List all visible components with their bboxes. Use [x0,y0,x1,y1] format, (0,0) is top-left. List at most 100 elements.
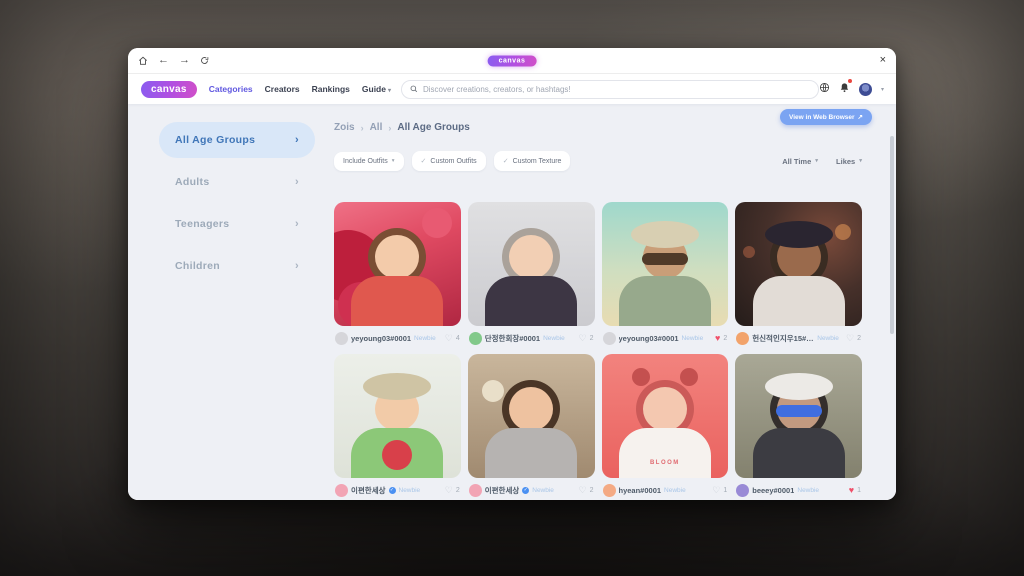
sidebar-item-adults[interactable]: Adults › [159,164,315,200]
creation-card[interactable]: 헌신적인지우15#0001 Newbie ♡ 2 [735,202,862,350]
like-heart-icon[interactable]: ♡ [579,486,587,495]
creation-card[interactable]: 이편한세상 ✓ Newbie ♡ 2 [334,354,461,500]
figure-hat [765,221,833,248]
app-content: canvas Categories Creators Rankings Guid… [128,74,896,500]
forward-icon[interactable]: → [179,55,190,66]
sidebar-item-teenagers[interactable]: Teenagers › [159,206,315,242]
back-icon[interactable]: ← [158,55,169,66]
figure-hat [363,373,431,400]
chevron-down-icon[interactable]: ▾ [881,86,884,93]
time-range-dropdown[interactable]: All Time ▾ [782,157,818,166]
browser-tab-title[interactable]: canvas [488,55,537,66]
reload-icon[interactable] [200,56,209,65]
creator-avatar[interactable] [335,332,348,345]
avatar[interactable] [859,83,872,96]
creator-username[interactable]: 이편한세상 [485,485,520,496]
nav-categories[interactable]: Categories [209,84,253,94]
nav-creators[interactable]: Creators [265,84,300,94]
creator-username[interactable]: beeey#0001 [752,486,794,495]
card-footer: 이편한세상 ✓ Newbie ♡ 2 [334,478,461,500]
like-heart-icon[interactable]: ♡ [445,486,453,495]
view-in-web-browser-button[interactable]: View in Web Browser ↗ [780,109,872,125]
creator-username[interactable]: 이편한세상 [351,485,386,496]
globe-icon[interactable] [819,80,830,98]
figure-glasses [776,405,822,417]
check-icon: ✓ [503,157,509,165]
creator-avatar[interactable] [335,484,348,497]
sidebar: All Age Groups › Adults › Teenagers › Ch… [159,104,315,500]
creator-avatar[interactable] [603,484,616,497]
creation-card[interactable]: yeyoung03#0001 Newbie ♥ 2 [602,202,729,350]
shirt-text: BLOOM [619,460,711,466]
creation-image[interactable] [735,354,862,478]
app-window: ← → canvas × canvas Categories Creators … [128,48,896,500]
creation-card[interactable]: 이편한세상 ✓ Newbie ♡ 2 [468,354,595,500]
figure-torso [619,276,711,326]
chevron-right-icon: › [295,218,299,230]
creation-image[interactable]: BLOOM [602,354,729,478]
sidebar-item-all-age-groups[interactable]: All Age Groups › [159,122,315,158]
search-input[interactable] [423,85,810,94]
creation-image[interactable] [334,202,461,326]
sort-by-dropdown[interactable]: Likes ▾ [836,157,862,166]
creator-username[interactable]: 단정한회장#0001 [485,333,540,344]
card-footer: yeyoung03#0001 Newbie ♡ 4 [334,326,461,350]
creation-card[interactable]: beeey#0001 Newbie ♥ 1 [735,354,862,500]
check-icon: ✓ [421,157,427,165]
search-bar[interactable] [401,80,819,99]
creator-avatar[interactable] [469,484,482,497]
chevron-right-icon: › [295,176,299,188]
breadcrumb-all[interactable]: All [370,122,383,133]
nav-guide[interactable]: Guide▾ [362,84,391,94]
like-heart-icon[interactable]: ♡ [846,334,854,343]
creation-image[interactable] [468,354,595,478]
scrollbar[interactable] [890,136,894,334]
creator-avatar[interactable] [736,484,749,497]
nav-rankings[interactable]: Rankings [312,84,350,94]
creator-username[interactable]: yeyoung03#0001 [619,334,679,343]
creation-image[interactable] [602,202,729,326]
card-footer: beeey#0001 Newbie ♥ 1 [735,478,862,500]
like-count: 2 [857,335,861,342]
creation-image[interactable] [334,354,461,478]
like-heart-icon[interactable]: ♥ [715,334,720,343]
creator-avatar[interactable] [736,332,749,345]
filter-row: Include Outfits ▾ ✓ Custom Outfits ✓ Cus… [334,151,862,171]
creator-username[interactable]: 헌신적인지우15#0001 [752,333,814,344]
chevron-down-icon: ▾ [388,88,391,94]
creator-username[interactable]: yeyoung03#0001 [351,334,411,343]
creator-avatar[interactable] [469,332,482,345]
custom-texture-toggle[interactable]: ✓ Custom Texture [494,151,571,171]
creator-username[interactable]: hyean#0001 [619,486,662,495]
home-icon[interactable] [138,56,148,66]
notifications-bell-icon[interactable] [839,80,850,98]
creation-image[interactable] [468,202,595,326]
creation-card[interactable]: yeyoung03#0001 Newbie ♡ 4 [334,202,461,350]
figure-torso: BLOOM [619,428,711,478]
newbie-badge: Newbie [682,335,704,342]
like-heart-icon[interactable]: ♥ [849,486,854,495]
chevron-right-icon: › [295,260,299,272]
close-icon[interactable]: × [880,55,886,66]
like-heart-icon[interactable]: ♡ [445,334,453,343]
creation-image[interactable] [735,202,862,326]
like-count: 2 [723,335,727,342]
verified-icon: ✓ [522,487,529,494]
figure-torso [351,276,443,326]
creator-avatar[interactable] [603,332,616,345]
external-link-icon: ↗ [858,113,863,121]
figure-hat [765,373,833,400]
like-heart-icon[interactable]: ♡ [712,486,720,495]
window-chrome: ← → canvas × [128,48,896,74]
include-outfits-dropdown[interactable]: Include Outfits ▾ [334,152,404,171]
custom-outfits-toggle[interactable]: ✓ Custom Outfits [412,151,486,171]
breadcrumb-zois[interactable]: Zois [334,122,355,133]
like-heart-icon[interactable]: ♡ [579,334,587,343]
chevron-right-icon: › [295,134,299,146]
creation-card[interactable]: BLOOM hyean#0001 Newbie ♡ 1 [602,354,729,500]
sidebar-item-children[interactable]: Children › [159,248,315,284]
creation-card[interactable]: 단정한회장#0001 Newbie ♡ 2 [468,202,595,350]
canvas-logo[interactable]: canvas [141,81,197,98]
figure-hat [631,221,699,248]
like-count: 4 [456,335,460,342]
